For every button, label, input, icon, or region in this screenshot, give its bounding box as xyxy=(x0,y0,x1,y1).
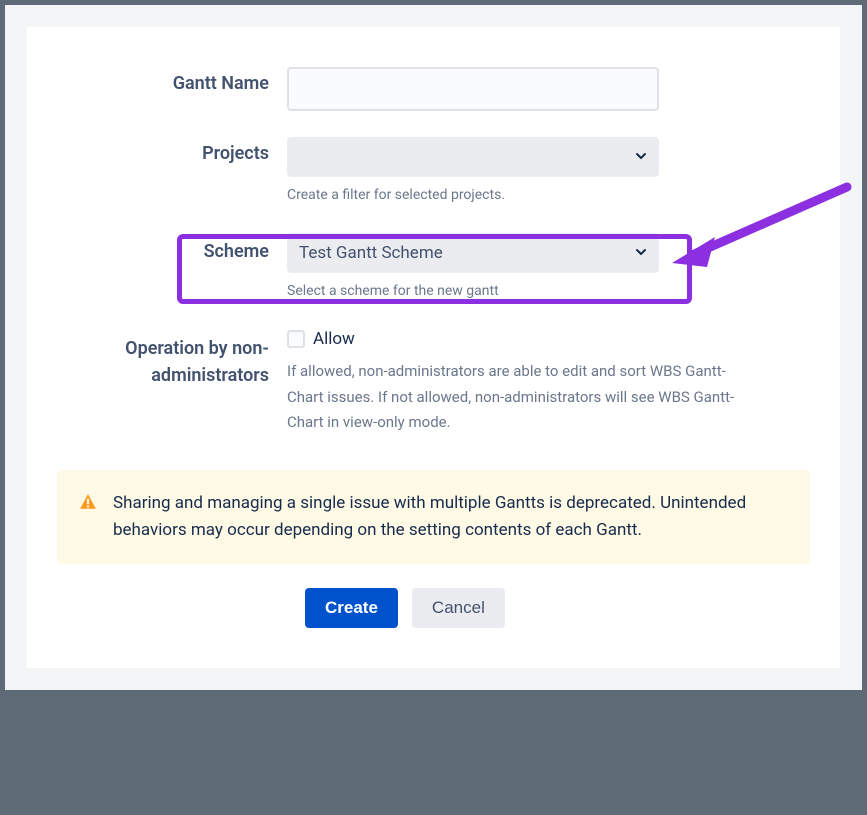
page-background: Gantt Name Projects Create a filter for … xyxy=(5,5,862,690)
create-button[interactable]: Create xyxy=(305,588,398,628)
cancel-button[interactable]: Cancel xyxy=(412,588,505,628)
allow-checkbox[interactable] xyxy=(287,330,305,348)
nonadmin-label: Operation by non-administrators xyxy=(57,329,287,389)
allow-checkbox-label: Allow xyxy=(313,329,355,349)
create-gantt-panel: Gantt Name Projects Create a filter for … xyxy=(27,27,840,668)
nonadmin-desc: If allowed, non-administrators are able … xyxy=(287,359,747,436)
gantt-name-label: Gantt Name xyxy=(57,67,287,94)
button-row: Create Cancel xyxy=(305,588,810,628)
gantt-name-input[interactable] xyxy=(287,67,659,111)
projects-label: Projects xyxy=(57,137,287,164)
field-row-nonadmin: Operation by non-administrators Allow If… xyxy=(57,329,810,436)
warning-text: Sharing and managing a single issue with… xyxy=(113,490,788,544)
scheme-help: Select a scheme for the new gantt xyxy=(287,283,747,299)
field-row-gantt-name: Gantt Name xyxy=(57,67,810,111)
warning-icon xyxy=(79,493,97,515)
scheme-select[interactable]: Test Gantt Scheme xyxy=(287,233,659,273)
scheme-label: Scheme xyxy=(57,233,287,262)
chevron-down-icon xyxy=(635,148,647,166)
field-row-projects: Projects Create a filter for selected pr… xyxy=(57,137,810,203)
projects-help: Create a filter for selected projects. xyxy=(287,187,747,203)
chevron-down-icon xyxy=(635,243,647,263)
projects-select[interactable] xyxy=(287,137,659,177)
scheme-select-value: Test Gantt Scheme xyxy=(299,243,443,263)
deprecation-warning: Sharing and managing a single issue with… xyxy=(57,470,810,564)
field-row-scheme: Scheme Test Gantt Scheme Select a scheme… xyxy=(57,233,810,299)
